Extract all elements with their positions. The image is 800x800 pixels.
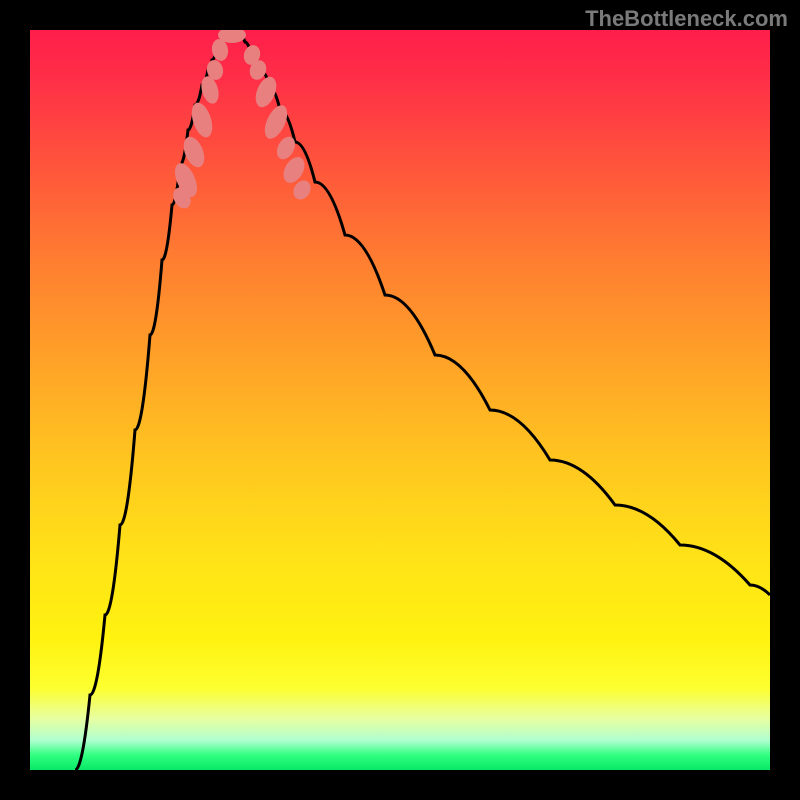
watermark-text: TheBottleneck.com (585, 6, 788, 32)
chart-svg-overlay (30, 30, 770, 770)
curve-right-branch (240, 35, 770, 595)
curve-group (75, 35, 770, 770)
curve-left-branch (75, 35, 226, 770)
data-marker (260, 102, 292, 142)
